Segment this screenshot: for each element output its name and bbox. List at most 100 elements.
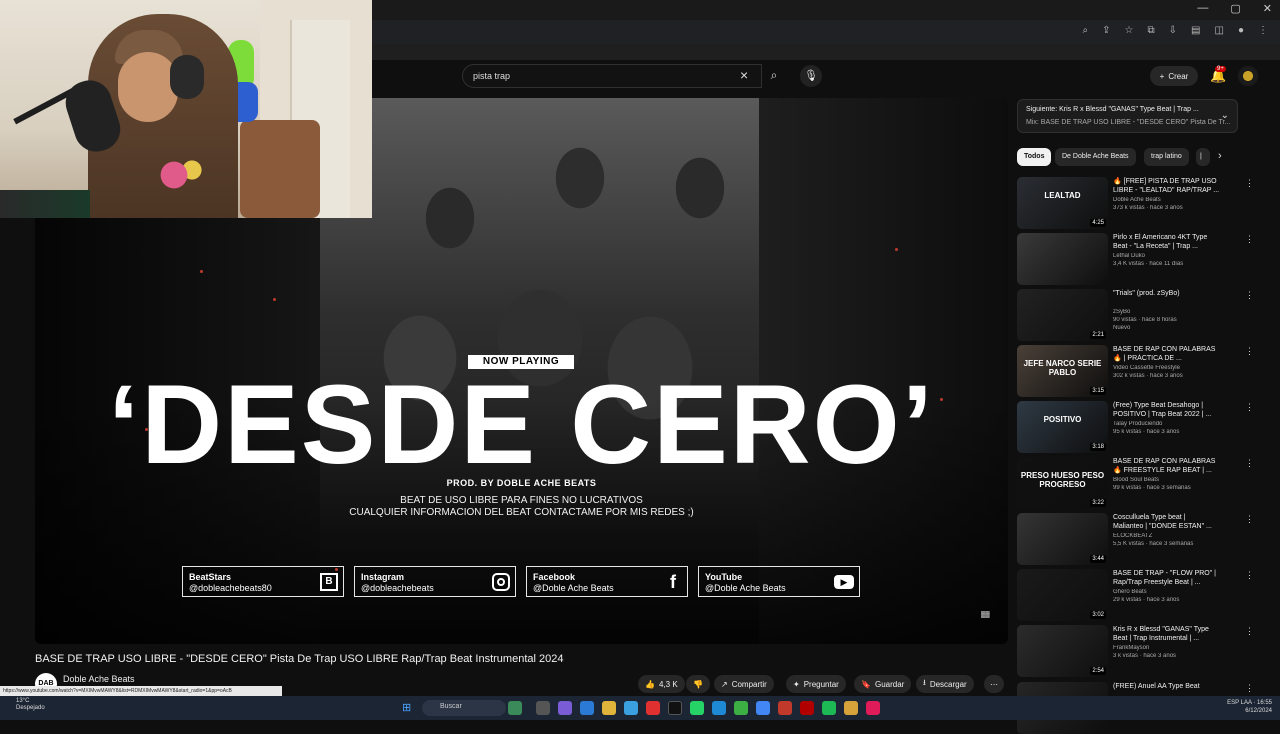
maximize-icon[interactable]: ▢ bbox=[1230, 2, 1240, 15]
recommendation-item[interactable]: 3:44 Cosculluela Type beat | Malianteo | "… bbox=[1017, 513, 1267, 565]
task-view-icon[interactable] bbox=[536, 701, 550, 715]
spotify-icon[interactable] bbox=[822, 701, 836, 715]
video-thumbnail[interactable]: LEALTAD 4:25 bbox=[1017, 177, 1108, 229]
taskbar-app-icon[interactable] bbox=[844, 701, 858, 715]
more-vertical-icon[interactable]: ⋮ bbox=[1245, 178, 1254, 189]
video-title-line-1[interactable]: "Trials" (prod. zSyBo) bbox=[1113, 289, 1243, 298]
taskbar-app-icon[interactable] bbox=[624, 701, 638, 715]
up-next-panel[interactable]: Siguiente: Kris R x Blessd "GANAS" Type … bbox=[1017, 99, 1238, 133]
more-vertical-icon[interactable]: ⋮ bbox=[1245, 234, 1254, 245]
create-button[interactable]: + Crear bbox=[1150, 66, 1198, 86]
more-vertical-icon[interactable]: ⋮ bbox=[1245, 626, 1254, 637]
save-button[interactable]: 🔖 Guardar bbox=[854, 675, 912, 693]
video-title-line-1[interactable]: BASE DE RAP CON PALABRAS bbox=[1113, 345, 1243, 354]
recommendation-item[interactable]: PRESO HUESO PESO PROGRESO 3:22 BASE DE RAP… bbox=[1017, 457, 1267, 509]
chip-todos[interactable]: Todos bbox=[1017, 148, 1052, 166]
split-icon[interactable]: ◫ bbox=[1215, 25, 1224, 36]
search-input[interactable]: pista trap bbox=[462, 64, 762, 88]
video-title-line-1[interactable]: (FREE) Anuel AA Type Beat bbox=[1113, 682, 1243, 691]
dislike-button[interactable]: 👎 bbox=[686, 675, 710, 693]
chip-trap-latino[interactable]: trap latino bbox=[1144, 148, 1189, 166]
video-thumbnail[interactable]: 2:21 bbox=[1017, 289, 1108, 341]
download-button[interactable]: ⭳ Descargar bbox=[916, 675, 974, 693]
extensions-icon[interactable]: ⧉ bbox=[1148, 25, 1155, 36]
edge-icon[interactable] bbox=[712, 701, 726, 715]
video-title-line-2[interactable]: POSITIVO | Trap Beat 2022 | ... bbox=[1113, 410, 1243, 419]
more-vertical-icon[interactable]: ⋮ bbox=[1245, 570, 1254, 581]
video-thumbnail[interactable]: 3:02 bbox=[1017, 569, 1108, 621]
system-tray[interactable]: ESP LAA · 16:55 6/12/2024 bbox=[1186, 699, 1272, 715]
video-title-line-1[interactable]: Kris R x Blessd "GANAS" Type bbox=[1113, 625, 1243, 634]
video-thumbnail[interactable]: JEFE NARCO SERIE PABLO 3:15 bbox=[1017, 345, 1108, 397]
recommendation-item[interactable]: 2:54 Kris R x Blessd "GANAS" Type Beat | T… bbox=[1017, 625, 1267, 677]
windows-start-icon[interactable]: ⊞ bbox=[402, 702, 414, 714]
video-title-line-2[interactable]: Malianteo | "DONDE ESTAN" ... bbox=[1113, 522, 1243, 531]
video-thumbnail[interactable] bbox=[1017, 233, 1108, 285]
ask-button[interactable]: ✦ Preguntar bbox=[786, 675, 846, 693]
recommendation-item[interactable]: 2:21 "Trials" (prod. zSyBo) zSyBo 90 vistas… bbox=[1017, 289, 1267, 341]
like-button[interactable]: 👍 4,3 K bbox=[638, 675, 685, 693]
recommendation-item[interactable]: 3:02 BASE DE TRAP - "FLOW PRO" | Rap/Trap … bbox=[1017, 569, 1267, 621]
voice-search-button[interactable]: 🎙 bbox=[800, 65, 822, 87]
channel-name[interactable]: Doble Ache Beats bbox=[63, 674, 135, 684]
bookmark-star-icon[interactable]: ☆ bbox=[1125, 25, 1134, 36]
downloads-icon[interactable]: ⇩ bbox=[1169, 25, 1177, 36]
video-thumbnail[interactable]: PRESO HUESO PESO PROGRESO 3:22 bbox=[1017, 457, 1108, 509]
more-vertical-icon[interactable]: ⋮ bbox=[1245, 514, 1254, 525]
more-vertical-icon[interactable]: ⋮ bbox=[1245, 458, 1254, 469]
chevron-down-icon[interactable]: ⌄ bbox=[1221, 110, 1229, 121]
more-vertical-icon[interactable]: ⋮ bbox=[1245, 683, 1254, 694]
share-button[interactable]: ↗ Compartir bbox=[714, 675, 774, 693]
share-icon[interactable]: ⇪ bbox=[1102, 25, 1110, 36]
video-title-line-2[interactable]: 🔥 FREESTYLE RAP BEAT | ... bbox=[1113, 466, 1243, 475]
weather-widget[interactable]: 13°C Despejado bbox=[16, 698, 45, 712]
whatsapp-icon[interactable] bbox=[690, 701, 704, 715]
recommendation-item[interactable]: LEALTAD 4:25 🔥 [FREE] PISTA DE TRAP USO LIB… bbox=[1017, 177, 1267, 229]
video-title-line-2[interactable]: LIBRE - "LEALTAD" RAP/TRAP ... bbox=[1113, 186, 1243, 195]
menu-icon[interactable]: ⋮ bbox=[1258, 25, 1268, 36]
video-thumbnail[interactable]: 3:44 bbox=[1017, 513, 1108, 565]
video-title-line-2[interactable]: Beat | Trap Instrumental | ... bbox=[1113, 634, 1243, 643]
video-title-line-2[interactable]: Rap/Trap Freestyle Beat | ... bbox=[1113, 578, 1243, 587]
taskbar-app-icon[interactable] bbox=[580, 701, 594, 715]
video-title-line-2[interactable]: 🔥 | PRÁCTICA DE ... bbox=[1113, 354, 1243, 363]
video-title-line-1[interactable]: Pirlo x El Americano 4KT Type bbox=[1113, 233, 1243, 242]
video-thumbnail[interactable]: POSITIVO 3:18 bbox=[1017, 401, 1108, 453]
account-avatar[interactable] bbox=[1238, 66, 1258, 86]
zoom-icon[interactable]: ⌕ bbox=[1083, 25, 1089, 36]
tiktok-icon[interactable] bbox=[668, 701, 682, 715]
youtube-app-icon[interactable] bbox=[646, 701, 660, 715]
more-vertical-icon[interactable]: ⋮ bbox=[1245, 346, 1254, 357]
file-explorer-icon[interactable] bbox=[602, 701, 616, 715]
sidebar-icon[interactable]: ▤ bbox=[1191, 25, 1200, 36]
chrome-icon[interactable] bbox=[756, 701, 770, 715]
video-title-line-1[interactable]: BASE DE RAP CON PALABRAS bbox=[1113, 457, 1243, 466]
minimize-icon[interactable]: — bbox=[1197, 2, 1208, 15]
more-vertical-icon[interactable]: ⋮ bbox=[1245, 290, 1254, 301]
taskbar-app-icon[interactable] bbox=[734, 701, 748, 715]
video-title-line-1[interactable]: BASE DE TRAP - "FLOW PRO" | bbox=[1113, 569, 1243, 578]
video-thumbnail[interactable]: 2:54 bbox=[1017, 625, 1108, 677]
recommendation-item[interactable]: POSITIVO 3:18 (Free) Type Beat Desahogo | P… bbox=[1017, 401, 1267, 453]
recommendation-item[interactable]: JEFE NARCO SERIE PABLO 3:15 BASE DE RAP CO… bbox=[1017, 345, 1267, 397]
video-title-line-1[interactable]: Cosculluela Type beat | bbox=[1113, 513, 1243, 522]
taskbar-app-icon[interactable] bbox=[558, 701, 572, 715]
chevron-right-icon[interactable]: › bbox=[1218, 150, 1222, 162]
more-actions-button[interactable]: ⋯ bbox=[984, 675, 1004, 693]
taskbar-app-icon[interactable] bbox=[866, 701, 880, 715]
close-icon[interactable]: ✕ bbox=[1263, 2, 1272, 15]
taskbar-app-icon[interactable] bbox=[778, 701, 792, 715]
recommendation-item[interactable]: Pirlo x El Americano 4KT Type Beat - "La … bbox=[1017, 233, 1267, 285]
clear-search-icon[interactable]: × bbox=[740, 67, 748, 83]
chip-more[interactable]: | bbox=[1196, 148, 1210, 166]
more-vertical-icon[interactable]: ⋮ bbox=[1245, 402, 1254, 413]
taskbar-search[interactable]: Buscar bbox=[422, 700, 506, 716]
search-button[interactable]: ⌕ bbox=[762, 64, 786, 88]
video-title-line-2[interactable]: Beat - "La Receta" | Trap ... bbox=[1113, 242, 1243, 251]
chip-channel[interactable]: De Doble Ache Beats bbox=[1055, 148, 1136, 166]
profile-icon[interactable]: ● bbox=[1238, 25, 1244, 36]
video-title-line-1[interactable]: 🔥 [FREE] PISTA DE TRAP USO bbox=[1113, 177, 1243, 186]
netflix-icon[interactable] bbox=[800, 701, 814, 715]
video-title-line-1[interactable]: (Free) Type Beat Desahogo | bbox=[1113, 401, 1243, 410]
taskbar-app-icon[interactable] bbox=[508, 701, 522, 715]
